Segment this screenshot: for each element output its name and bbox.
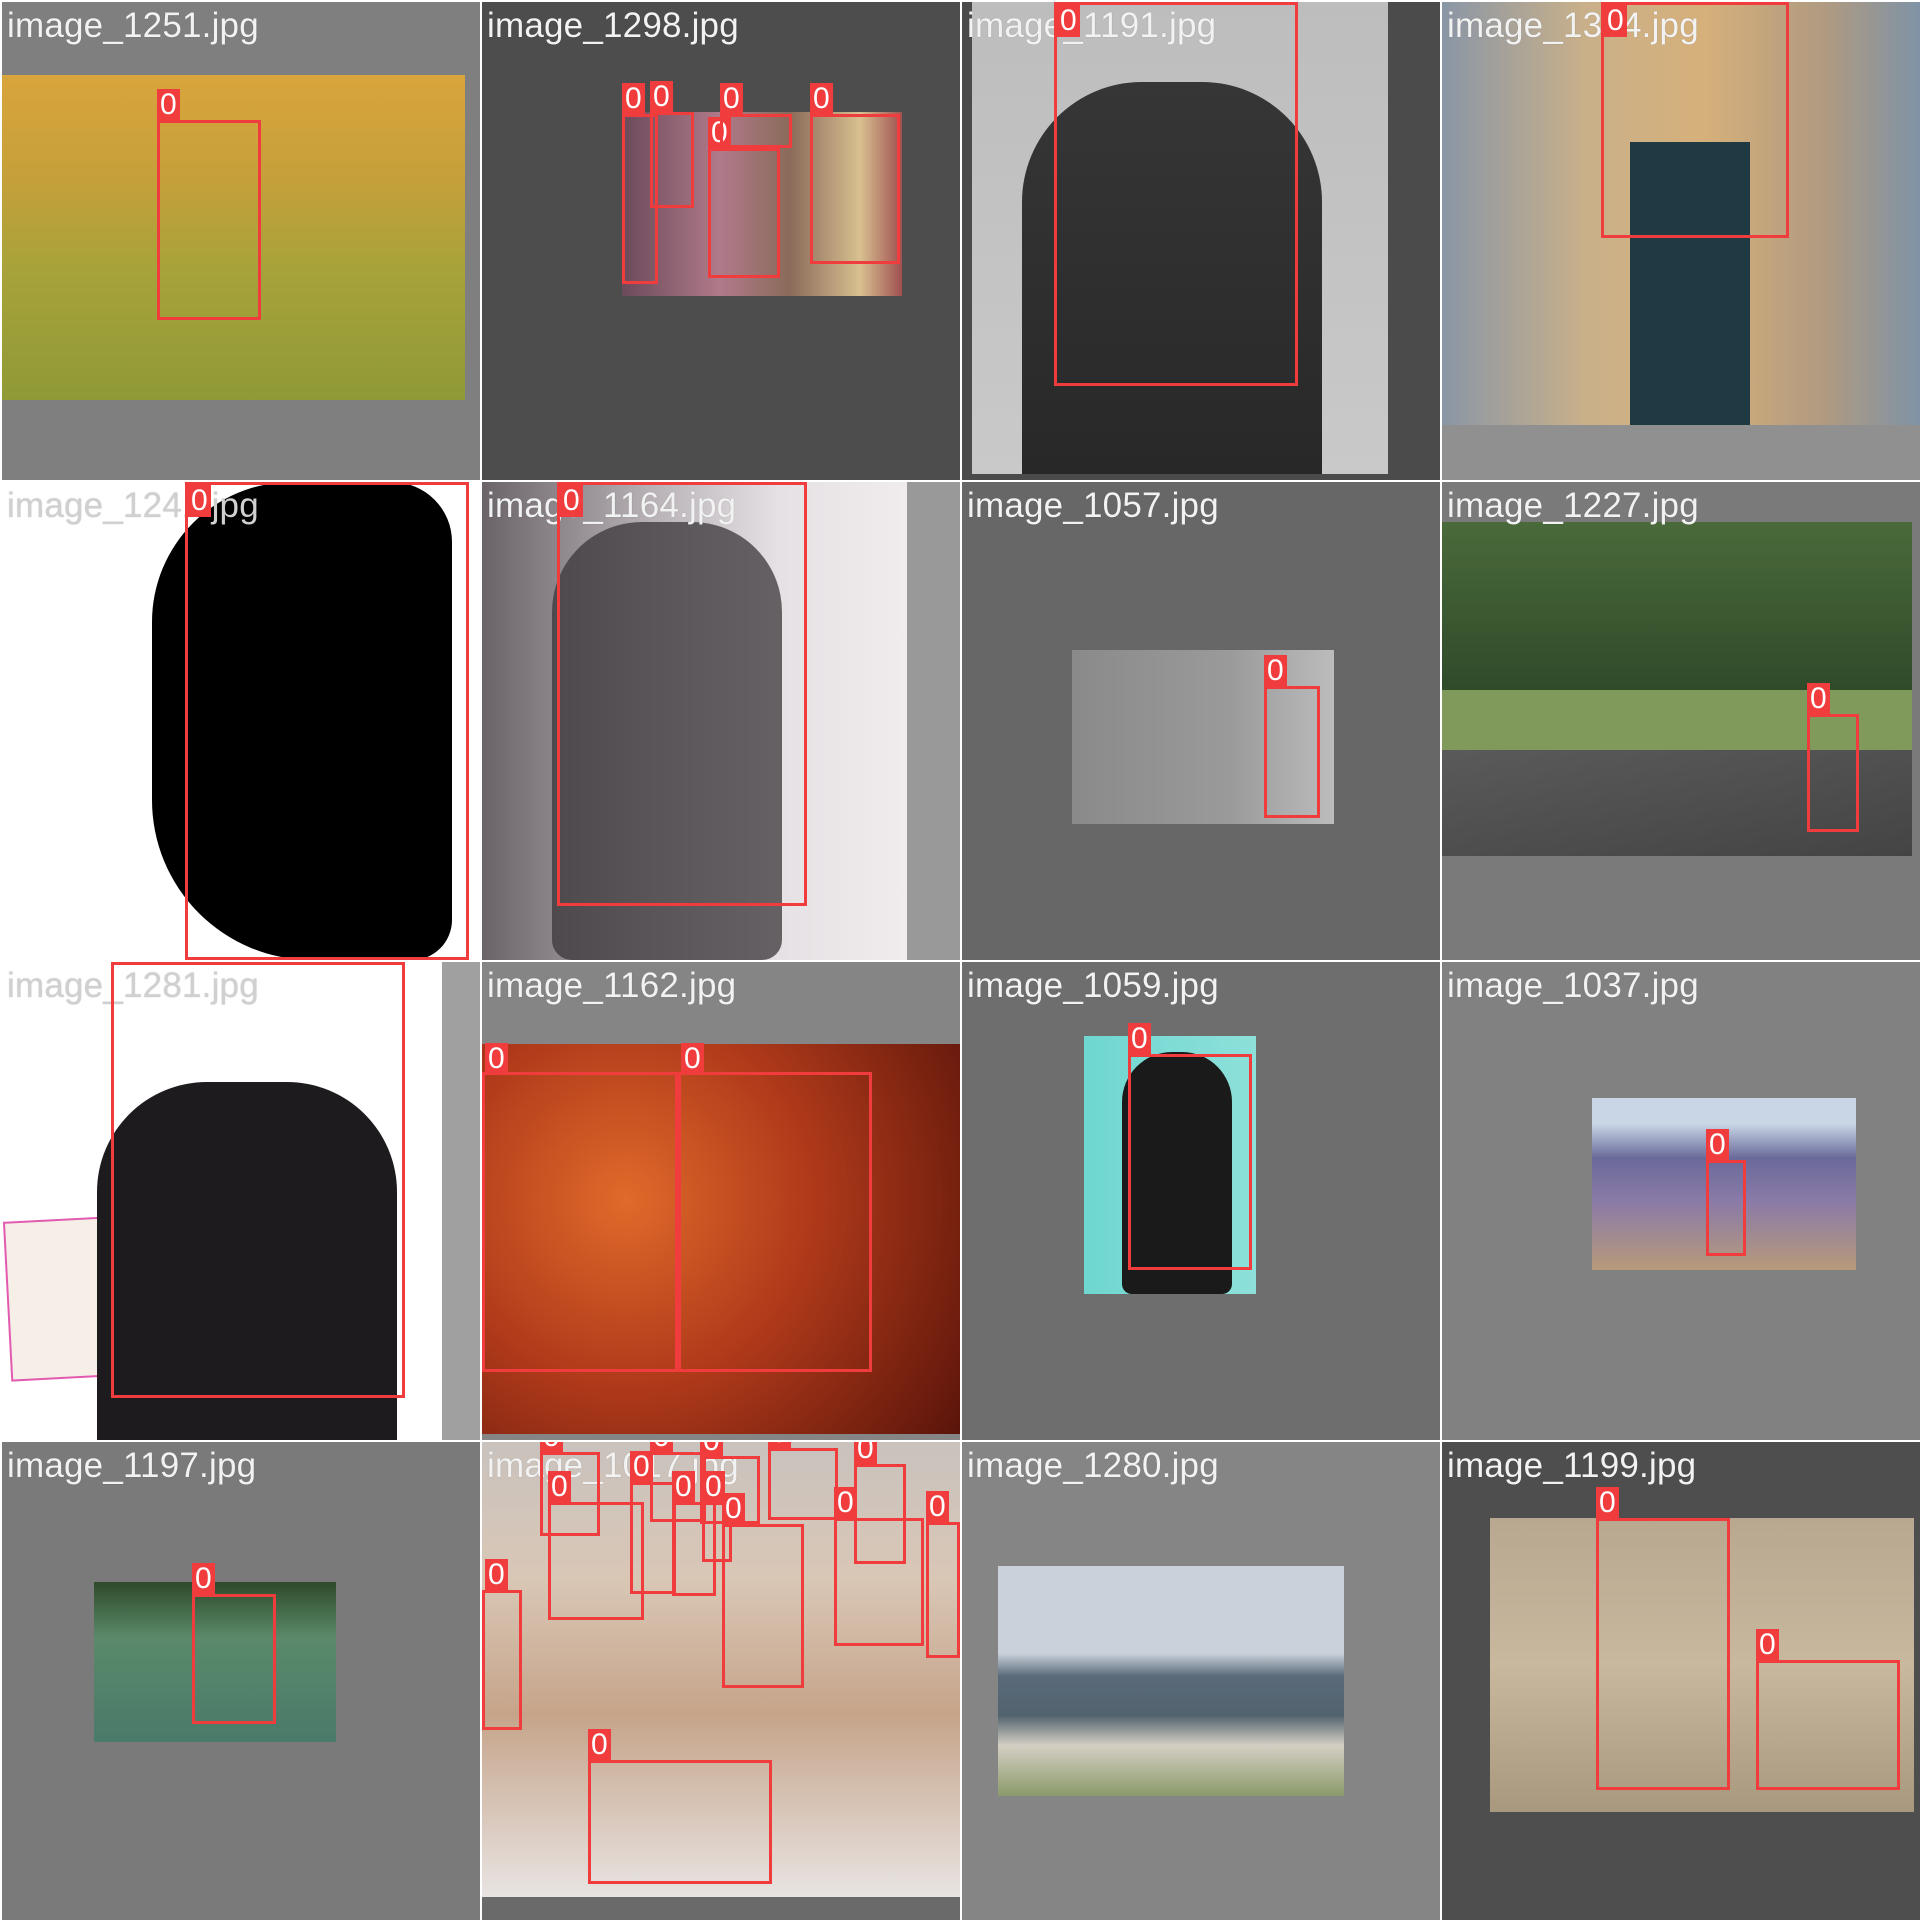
photo-trees [1442, 522, 1912, 692]
detection-box: 0 [482, 1043, 678, 1372]
detection-box: 0 [834, 1487, 924, 1646]
detection-box: 0 [1054, 2, 1298, 386]
class-label: 0 [1596, 1487, 1619, 1519]
tile-image-1059[interactable]: image_1059.jpg 0 [962, 962, 1440, 1440]
class-label: 0 [548, 1471, 571, 1503]
tile-image-1304[interactable]: image_1304.jpg 0 [1442, 2, 1920, 480]
detection-box: 0 [1596, 1487, 1730, 1790]
detection-box: 0 [111, 962, 405, 1398]
class-label: 0 [1807, 683, 1830, 715]
tile-image-1037[interactable]: image_1037.jpg 0 [1442, 962, 1920, 1440]
photo-beach-pier [998, 1566, 1344, 1796]
detection-box: 0 [650, 81, 694, 208]
filename-label: image_1298.jpg [487, 6, 739, 45]
class-label: 0 [111, 962, 134, 965]
class-label: 0 [926, 1491, 949, 1523]
class-label: 0 [854, 1442, 877, 1465]
detection-box: 0 [548, 1471, 644, 1620]
detection-box: 0 [722, 1493, 804, 1688]
detection-box: 0 [588, 1729, 772, 1884]
class-label: 0 [588, 1729, 611, 1761]
detection-box: 0 [1807, 683, 1859, 832]
class-label: 0 [540, 1442, 563, 1453]
filename-label: image_1037.jpg [1447, 966, 1699, 1005]
detection-box: 0 [557, 482, 807, 906]
tile-image-1017[interactable]: image_1017.jpg 0 0 0 0 0 0 0 0 0 0 [482, 1442, 960, 1920]
tile-image-1241[interactable]: image_1241.jpg 0 [2, 482, 480, 960]
class-label: 0 [834, 1487, 857, 1519]
detection-box: 0 [768, 1442, 838, 1520]
class-label: 0 [1128, 1023, 1151, 1055]
detection-box: 0 [810, 83, 900, 264]
class-label: 0 [810, 83, 833, 115]
detection-box: 0 [1756, 1629, 1900, 1790]
class-label: 0 [560, 485, 583, 517]
class-label: 0 [157, 89, 180, 121]
tile-image-1191[interactable]: image_1191.jpg 0 [962, 2, 1440, 480]
detection-box: 0 [1128, 1023, 1252, 1270]
detection-box: 0 [1601, 2, 1789, 238]
class-label: 0 [485, 1559, 508, 1591]
class-label: 0 [485, 1043, 508, 1075]
class-label: 0 [1264, 655, 1287, 687]
filename-label: image_1057.jpg [967, 486, 1219, 525]
class-label: 0 [192, 1563, 215, 1595]
tile-image-1197[interactable]: image_1197.jpg 0 [2, 1442, 480, 1920]
tile-image-1280[interactable]: image_1280.jpg [962, 1442, 1440, 1920]
tile-image-1164[interactable]: image_1164.jpg 0 [482, 482, 960, 960]
filename-label: image_1227.jpg [1447, 486, 1699, 525]
tile-image-1298[interactable]: image_1298.jpg 0 0 0 0 0 [482, 2, 960, 480]
detection-box: 0 [482, 1559, 522, 1730]
class-label: 0 [1604, 5, 1627, 37]
detection-box: 0 [192, 1563, 276, 1724]
class-label: 0 [650, 1442, 673, 1453]
class-label: 0 [622, 83, 645, 115]
filename-label: image_1059.jpg [967, 966, 1219, 1005]
tile-image-1199[interactable]: image_1199.jpg 0 0 [1442, 1442, 1920, 1920]
filename-label: image_1162.jpg [487, 966, 737, 1005]
class-label: 0 [630, 1451, 653, 1483]
detection-box: 0 [708, 117, 780, 278]
class-label: 0 [1756, 1629, 1779, 1661]
class-label: 0 [188, 485, 211, 517]
class-label: 0 [672, 1471, 695, 1503]
detection-box: 0 [1264, 655, 1320, 818]
class-label: 0 [681, 1043, 704, 1075]
class-label: 0 [720, 83, 743, 115]
filename-label: image_1197.jpg [7, 1446, 257, 1485]
detection-mosaic: image_1251.jpg 0 image_1298.jpg 0 0 0 0 … [0, 0, 1920, 1920]
tile-image-1251[interactable]: image_1251.jpg 0 [2, 2, 480, 480]
filename-label: image_1280.jpg [967, 1446, 1219, 1485]
class-label: 0 [1057, 5, 1080, 37]
tile-image-1281[interactable]: image_1281.jpg 0 [2, 962, 480, 1440]
class-label: 0 [722, 1493, 745, 1525]
class-label: 0 [768, 1442, 791, 1449]
detection-box: 0 [157, 89, 261, 320]
tile-image-1227[interactable]: image_1227.jpg 0 [1442, 482, 1920, 960]
detection-box: 0 [185, 482, 469, 960]
detection-box: 0 [926, 1491, 960, 1658]
filename-label: image_1251.jpg [7, 6, 259, 45]
detection-box: 0 [678, 1043, 872, 1372]
detection-box: 0 [1706, 1129, 1746, 1256]
class-label: 0 [700, 1442, 723, 1457]
detection-box: 0 [720, 83, 792, 148]
class-label: 0 [650, 81, 673, 113]
filename-label: image_1199.jpg [1447, 1446, 1697, 1485]
class-label: 0 [1706, 1129, 1729, 1161]
tile-image-1057[interactable]: image_1057.jpg 0 [962, 482, 1440, 960]
tile-image-1162[interactable]: image_1162.jpg 0 0 [482, 962, 960, 1440]
